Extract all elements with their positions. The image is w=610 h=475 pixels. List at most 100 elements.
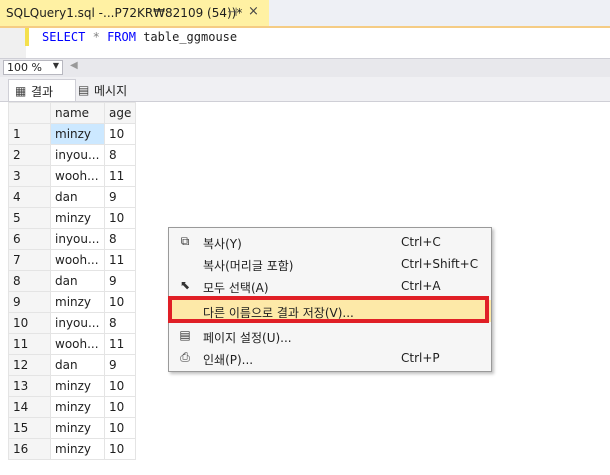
cell-age[interactable]: 9 xyxy=(103,186,137,208)
cell-name[interactable]: dan xyxy=(50,186,105,208)
table-row[interactable]: 1 minzy 10 xyxy=(8,123,137,145)
tab-results[interactable]: ▦ 결과 xyxy=(8,79,76,101)
cell-name[interactable]: wooh... xyxy=(50,249,105,271)
cell-name[interactable]: dan xyxy=(50,270,105,292)
table-row[interactable]: 10 inyou... 8 xyxy=(8,312,137,334)
row-number[interactable]: 6 xyxy=(8,228,51,250)
menu-item-shortcut: Ctrl+Shift+C xyxy=(401,257,479,271)
table-row[interactable]: 13 minzy 10 xyxy=(8,375,137,397)
zoom-select[interactable]: 100 % ▼ xyxy=(3,60,63,75)
cell-name[interactable]: minzy xyxy=(50,207,105,229)
zoom-value: 100 % xyxy=(7,61,42,74)
document-tab-title: SQLQuery1.sql -...P72KR₩82109 (54))* xyxy=(6,6,243,20)
cell-age[interactable]: 10 xyxy=(103,375,137,397)
copy-icon: ⧉ xyxy=(180,234,190,248)
cell-name[interactable]: minzy xyxy=(50,396,105,418)
row-number[interactable]: 2 xyxy=(8,144,51,166)
change-marker xyxy=(25,28,29,46)
cell-name[interactable]: wooh... xyxy=(50,333,105,355)
select-all-icon: ⬉ xyxy=(179,278,191,292)
table-row[interactable]: 6 inyou... 8 xyxy=(8,228,137,250)
row-number[interactable]: 5 xyxy=(8,207,51,229)
column-header-age[interactable]: age xyxy=(103,102,137,124)
cell-name[interactable]: inyou... xyxy=(50,144,105,166)
cell-name[interactable]: minzy xyxy=(50,123,105,145)
cell-name[interactable]: minzy xyxy=(50,438,105,460)
scroll-left-icon[interactable]: ◀ xyxy=(70,60,78,71)
cell-age[interactable]: 11 xyxy=(103,249,137,271)
cell-age[interactable]: 8 xyxy=(103,228,137,250)
highlight-box xyxy=(168,296,489,323)
zoom-bar: 100 % ▼ ◀ xyxy=(0,58,610,78)
menu-item-shortcut: Ctrl+A xyxy=(401,279,441,293)
cell-age[interactable]: 10 xyxy=(103,438,137,460)
menu-item-label: 모두 선택(A) xyxy=(203,281,269,295)
document-tab-strip: SQLQuery1.sql -...P72KR₩82109 (54))* ⊣ × xyxy=(0,0,610,28)
column-header-name[interactable]: name xyxy=(50,102,105,124)
row-number[interactable]: 3 xyxy=(8,165,51,187)
row-number[interactable]: 9 xyxy=(8,291,51,313)
cell-name[interactable]: minzy xyxy=(50,375,105,397)
cell-age[interactable]: 8 xyxy=(103,144,137,166)
tab-messages[interactable]: ▤ 메시지 xyxy=(72,79,138,101)
cell-name[interactable]: minzy xyxy=(50,291,105,313)
row-number[interactable]: 8 xyxy=(8,270,51,292)
menu-item-select-all[interactable]: ⬉ 모두 선택(A) Ctrl+A xyxy=(169,275,491,297)
table-row[interactable]: 14 minzy 10 xyxy=(8,396,137,418)
cell-name[interactable]: minzy xyxy=(50,417,105,439)
row-number[interactable]: 15 xyxy=(8,417,51,439)
grid-icon: ▦ xyxy=(15,84,27,98)
row-number[interactable]: 12 xyxy=(8,354,51,376)
row-number[interactable]: 14 xyxy=(8,396,51,418)
query-editor[interactable]: SELECT * FROM table_ggmouse xyxy=(0,28,610,58)
row-number[interactable]: 7 xyxy=(8,249,51,271)
menu-item-page-setup[interactable]: ▤ 페이지 설정(U)... xyxy=(169,325,491,347)
pin-icon[interactable]: ⊣ xyxy=(227,5,237,19)
table-row[interactable]: 2 inyou... 8 xyxy=(8,144,137,166)
table-row[interactable]: 11 wooh... 11 xyxy=(8,333,137,355)
table-row[interactable]: 4 dan 9 xyxy=(8,186,137,208)
table-row[interactable]: 8 dan 9 xyxy=(8,270,137,292)
table-row[interactable]: 9 minzy 10 xyxy=(8,291,137,313)
cell-name[interactable]: wooh... xyxy=(50,165,105,187)
tab-results-label: 결과 xyxy=(31,85,54,99)
cell-age[interactable]: 9 xyxy=(103,270,137,292)
cell-name[interactable]: inyou... xyxy=(50,312,105,334)
menu-item-shortcut: Ctrl+P xyxy=(401,351,440,365)
row-number[interactable]: 4 xyxy=(8,186,51,208)
results-tab-bar: ▦ 결과 ▤ 메시지 xyxy=(0,77,610,102)
grid-corner[interactable] xyxy=(8,102,51,124)
cell-age[interactable]: 10 xyxy=(103,396,137,418)
cell-age[interactable]: 8 xyxy=(103,312,137,334)
cell-age[interactable]: 10 xyxy=(103,291,137,313)
table-row[interactable]: 5 minzy 10 xyxy=(8,207,137,229)
cell-age[interactable]: 9 xyxy=(103,354,137,376)
cell-name[interactable]: inyou... xyxy=(50,228,105,250)
cell-age[interactable]: 10 xyxy=(103,417,137,439)
table-row[interactable]: 15 minzy 10 xyxy=(8,417,137,439)
row-number[interactable]: 13 xyxy=(8,375,51,397)
close-icon[interactable]: × xyxy=(248,4,259,19)
tab-messages-label: 메시지 xyxy=(94,84,128,98)
menu-item-label: 복사(머리글 포함) xyxy=(203,259,294,273)
cell-name[interactable]: dan xyxy=(50,354,105,376)
table-row[interactable]: 3 wooh... 11 xyxy=(8,165,137,187)
menu-item-copy-with-headers[interactable]: 복사(머리글 포함) Ctrl+Shift+C xyxy=(169,253,491,275)
cell-age[interactable]: 11 xyxy=(103,333,137,355)
row-number[interactable]: 16 xyxy=(8,438,51,460)
table-row[interactable]: 16 minzy 10 xyxy=(8,438,137,460)
menu-item-copy[interactable]: ⧉ 복사(Y) Ctrl+C xyxy=(169,231,491,253)
row-number[interactable]: 1 xyxy=(8,123,51,145)
page-setup-icon: ▤ xyxy=(179,328,191,342)
cell-age[interactable]: 11 xyxy=(103,165,137,187)
sql-star: * xyxy=(92,30,100,44)
row-number[interactable]: 10 xyxy=(8,312,51,334)
table-row[interactable]: 12 dan 9 xyxy=(8,354,137,376)
document-tab[interactable]: SQLQuery1.sql -...P72KR₩82109 (54))* ⊣ × xyxy=(0,0,269,26)
row-number[interactable]: 11 xyxy=(8,333,51,355)
cell-age[interactable]: 10 xyxy=(103,207,137,229)
table-row[interactable]: 7 wooh... 11 xyxy=(8,249,137,271)
menu-item-print[interactable]: ⎙ 인쇄(P)... Ctrl+P xyxy=(169,347,491,369)
results-grid[interactable]: name age 1 minzy 10 2 inyou... 8 3 wooh... 11 4 da… xyxy=(8,102,137,460)
cell-age[interactable]: 10 xyxy=(103,123,137,145)
